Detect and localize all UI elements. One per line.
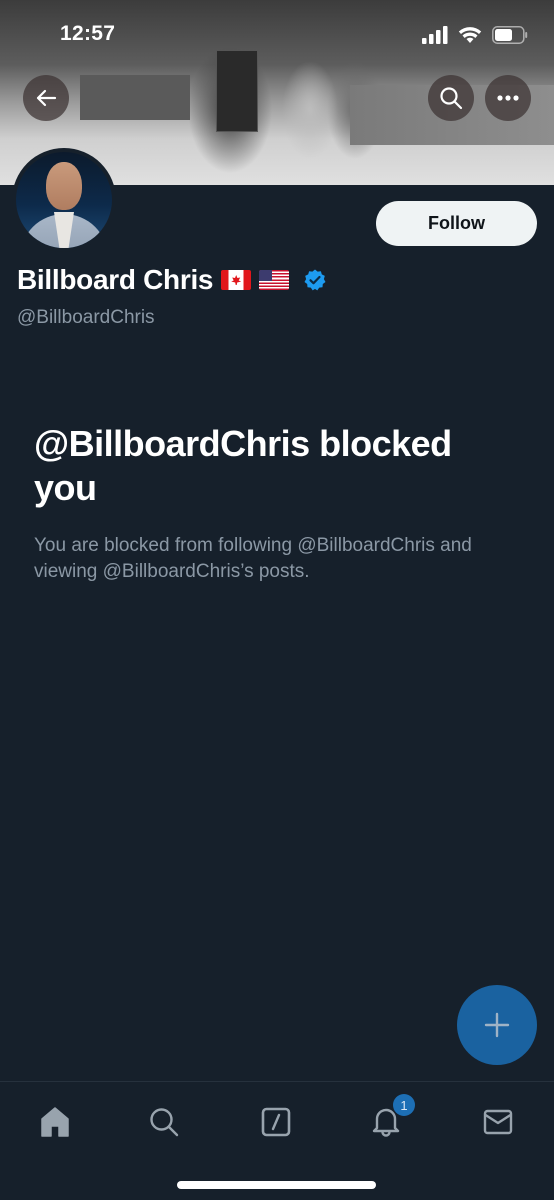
tab-grok[interactable] [256,1102,296,1142]
status-icons [422,26,528,44]
compose-fab-button[interactable] [457,985,537,1065]
blocked-description: You are blocked from following @Billboar… [34,535,472,582]
status-bar: 12:57 [0,0,554,60]
tab-messages[interactable] [478,1102,518,1142]
avatar-detail [46,162,82,210]
arrow-left-icon [36,89,57,107]
more-horizontal-icon [497,95,519,101]
notification-badge: 1 [393,1094,415,1116]
blocked-title: @BillboardChris blocked you [34,423,452,508]
avatar-image [16,152,112,248]
envelope-icon [483,1109,513,1135]
canada-flag-icon [221,270,252,290]
banner-detail [80,75,190,120]
tab-search[interactable] [144,1102,184,1142]
battery-icon [492,26,528,44]
display-name: Billboard Chris [17,264,214,295]
plus-icon [484,1012,510,1038]
display-name-row: Billboard Chris [17,264,327,296]
usa-flag-icon [259,270,290,290]
avatar[interactable] [12,148,116,252]
search-icon [150,1108,179,1137]
search-icon [440,87,463,110]
banner-detail [216,50,258,132]
back-button[interactable] [23,75,69,121]
wifi-icon [458,27,482,43]
cellular-signal-icon [422,26,448,44]
status-time: 12:57 [60,22,116,45]
search-button[interactable] [428,75,474,121]
home-icon [41,1107,69,1137]
tab-home[interactable] [35,1102,75,1142]
home-indicator[interactable] [177,1181,376,1189]
follow-button[interactable]: Follow [376,201,537,246]
grok-slash-icon [261,1107,291,1137]
user-handle: @BillboardChris [17,307,155,328]
more-options-button[interactable] [485,75,531,121]
verified-badge-icon[interactable] [303,268,327,292]
